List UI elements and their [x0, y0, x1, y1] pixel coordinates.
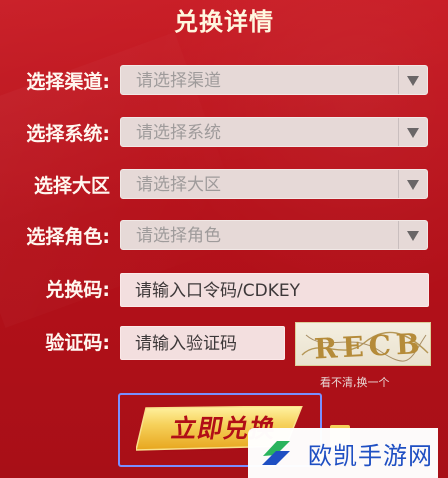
code-input[interactable]: 请输入口令码/CDKEY: [120, 273, 429, 307]
okai-logo-icon: [262, 441, 290, 465]
code-row: 兑换码: 请输入口令码/CDKEY: [0, 273, 448, 307]
region-label: 选择大区: [33, 175, 110, 197]
page-title: 兑换详情: [174, 8, 274, 36]
channel-row: 选择渠道: 请选择渠道: [0, 65, 448, 99]
channel-placeholder: 请选择渠道: [136, 71, 221, 91]
watermark-text: 欧凯手游网: [308, 442, 433, 470]
role-placeholder: 请选择角色: [136, 226, 221, 246]
captcha-text: RECB: [313, 327, 425, 366]
verify-label: 验证码:: [45, 332, 110, 354]
captcha-noise-icon: RECB: [301, 327, 429, 366]
refresh-captcha-link[interactable]: 看不清,换一个: [320, 374, 390, 390]
verify-input-text: 请输入验证码: [135, 334, 237, 354]
region-row: 选择大区 请选择大区: [0, 169, 448, 203]
verify-input[interactable]: 请输入验证码: [120, 326, 285, 360]
system-label: 选择系统:: [26, 123, 110, 145]
system-row: 选择系统: 请选择系统: [0, 117, 448, 151]
captcha-image[interactable]: RECB: [295, 322, 431, 366]
channel-select[interactable]: 请选择渠道: [120, 65, 428, 95]
region-placeholder: 请选择大区: [136, 175, 221, 195]
system-select[interactable]: 请选择系统: [120, 117, 428, 147]
role-select[interactable]: 请选择角色: [120, 220, 428, 250]
channel-dropdown-icon[interactable]: [398, 66, 427, 94]
watermark: 欧凯手游网: [248, 428, 438, 478]
code-label: 兑换码:: [45, 279, 110, 301]
system-dropdown-icon[interactable]: [398, 118, 427, 146]
code-input-text: 请输入口令码/CDKEY: [135, 281, 300, 301]
region-select[interactable]: 请选择大区: [120, 169, 428, 199]
role-dropdown-icon[interactable]: [398, 221, 427, 249]
system-placeholder: 请选择系统: [136, 123, 221, 143]
channel-label: 选择渠道:: [26, 71, 110, 93]
role-label: 选择角色:: [26, 226, 110, 248]
role-row: 选择角色: 请选择角色: [0, 220, 448, 254]
region-dropdown-icon[interactable]: [398, 170, 427, 198]
